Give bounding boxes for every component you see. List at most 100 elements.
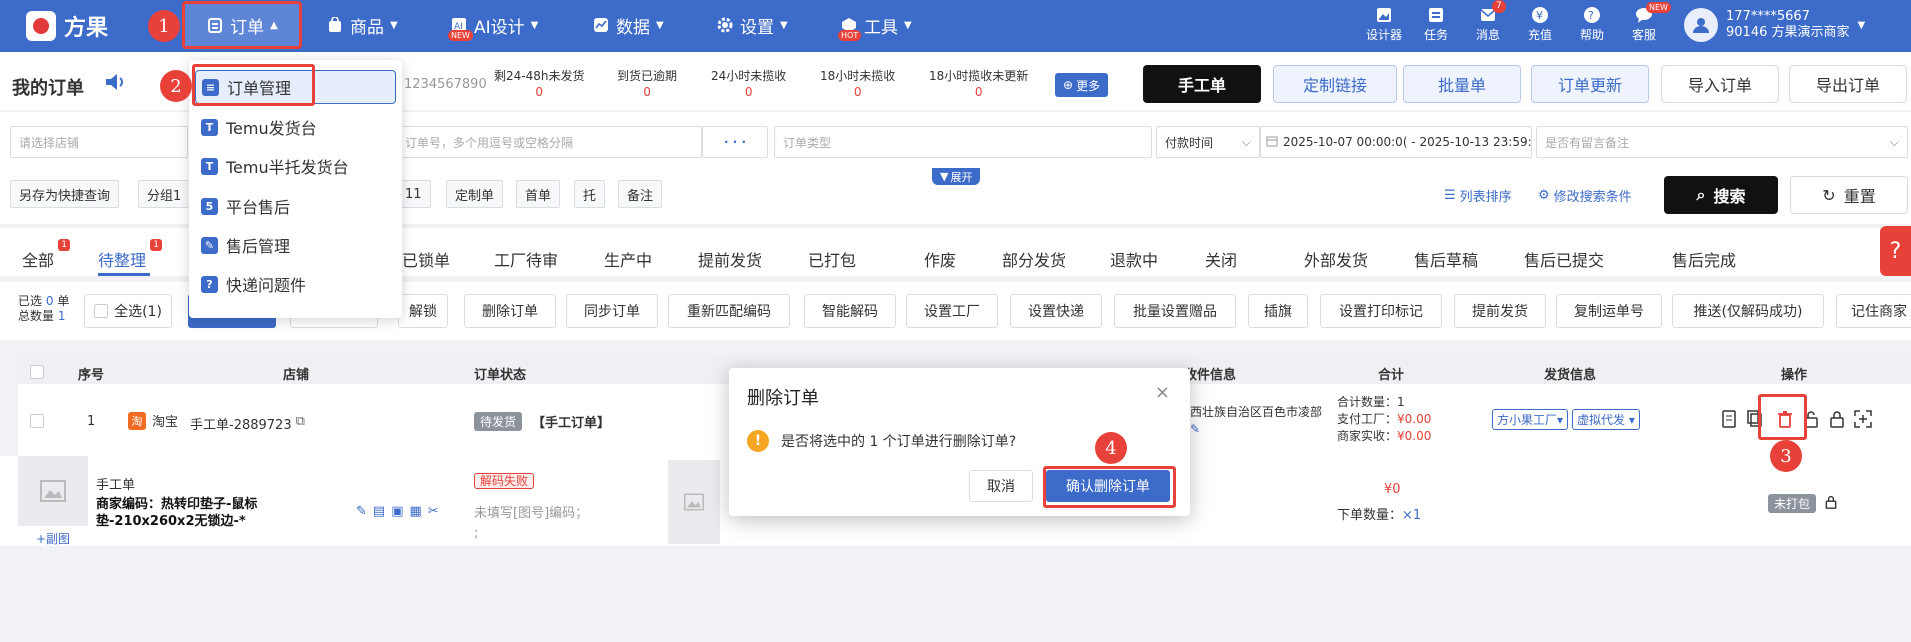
rematch-code-button[interactable]: 重新匹配编码: [668, 294, 790, 328]
save-quick-query-button[interactable]: 另存为快捷查询: [10, 180, 120, 208]
print-mark-button[interactable]: 设置打印标记: [1320, 294, 1442, 328]
menu-item-temu-shipping[interactable]: T Temu发货台: [201, 110, 317, 144]
unlock-button[interactable]: 解锁: [398, 294, 448, 328]
tool-tasks[interactable]: 任务: [1414, 6, 1458, 43]
image-icon[interactable]: ▣: [391, 504, 403, 519]
close-icon[interactable]: ×: [1155, 382, 1170, 403]
expand-toggle[interactable]: ▼ 展开: [932, 168, 981, 185]
menu-item-express-issues[interactable]: ? 快递问题件: [201, 267, 306, 301]
nav-item-tools[interactable]: HOT 工具 ▼: [838, 0, 912, 50]
tool-help[interactable]: ? 帮助: [1570, 6, 1614, 43]
quick-filter-custom[interactable]: 定制单: [446, 180, 504, 208]
smart-decode-button[interactable]: 智能解码: [804, 294, 896, 328]
order-update-button[interactable]: 订单更新: [1531, 65, 1649, 103]
tab-locked[interactable]: 已锁单: [402, 247, 450, 271]
more-options-button[interactable]: · · ·: [702, 126, 768, 158]
tab-all[interactable]: 全部 1: [22, 239, 71, 271]
tool-designer[interactable]: 设计器: [1362, 6, 1406, 43]
menu-item-aftersale-management[interactable]: ✎ 售后管理: [201, 228, 290, 262]
search-button[interactable]: ⌕ 搜索: [1664, 176, 1778, 214]
batch-order-button[interactable]: 批量单: [1403, 65, 1521, 103]
stat-24-48h[interactable]: 剩24-48h未发货 0: [494, 68, 584, 100]
set-express-button[interactable]: 设置快递: [1010, 294, 1102, 328]
tool-support[interactable]: NEW 客服: [1622, 2, 1671, 43]
quick-filter-tuo[interactable]: 托: [574, 180, 606, 208]
tools-icon[interactable]: ✂: [428, 504, 439, 519]
modify-search-link[interactable]: ⚙ 修改搜索条件: [1538, 186, 1632, 205]
quick-filter-group1[interactable]: 分组1: [138, 180, 191, 208]
more-button[interactable]: ⊕ 更多: [1055, 73, 1109, 97]
nav-item-orders[interactable]: 订单 ▲: [182, 1, 302, 49]
quick-filter-remark[interactable]: 备注: [618, 180, 663, 208]
menu-item-temu-semi-shipping[interactable]: T Temu半托发货台: [201, 149, 349, 183]
product-image-placeholder[interactable]: [18, 456, 88, 526]
row-order-no[interactable]: 手工单-2889723 ⧉: [190, 414, 305, 433]
tab-closed[interactable]: 关闭: [1205, 247, 1237, 271]
edit-icon[interactable]: ✎: [356, 504, 367, 519]
select-all-checkbox[interactable]: 全选(1): [84, 294, 172, 328]
shop-select[interactable]: 请选择店铺: [10, 126, 188, 158]
tab-to-organize[interactable]: 待整理 1: [98, 239, 163, 271]
tab-producing[interactable]: 生产中: [604, 247, 652, 271]
remember-merchant-button[interactable]: 记住商家: [1836, 294, 1911, 328]
active-tab-indicator: [98, 273, 150, 276]
gallery-icon[interactable]: ▦: [410, 504, 422, 519]
scan-icon[interactable]: [1854, 410, 1872, 432]
custom-link-button[interactable]: 定制链接: [1273, 65, 1397, 103]
tab-partial-ship[interactable]: 部分发货: [1002, 247, 1066, 271]
factory-select[interactable]: 方小果工厂▾: [1492, 409, 1569, 430]
early-ship-button[interactable]: 提前发货: [1454, 294, 1546, 328]
batch-gift-button[interactable]: 批量设置赠品: [1114, 294, 1236, 328]
help-side-tab[interactable]: ?: [1880, 226, 1911, 276]
stat-overdue[interactable]: 到货已逾期 0: [617, 68, 677, 100]
nav-item-data[interactable]: 数据 ▼: [592, 0, 664, 50]
user-menu[interactable]: 177****5667 90146 方果演示商家 ▼: [1684, 8, 1865, 42]
push-decoded-button[interactable]: 推送(仅解码成功): [1672, 294, 1824, 328]
tool-label: 设计器: [1365, 28, 1402, 42]
tool-messages[interactable]: 7 消息: [1466, 0, 1510, 43]
copy-waybill-button[interactable]: 复制运单号: [1556, 294, 1662, 328]
tab-aftersale-draft[interactable]: 售后草稿: [1414, 247, 1478, 271]
time-type-select[interactable]: 付款时间 ⌵: [1156, 126, 1260, 158]
cancel-button[interactable]: 取消: [969, 470, 1033, 502]
ship-mode-select[interactable]: 虚拟代发 ▾: [1572, 409, 1640, 430]
quick-filter-first[interactable]: 首单: [516, 180, 561, 208]
nav-item-settings[interactable]: 设置 ▼: [716, 0, 788, 50]
stat-24h-uncollected[interactable]: 24小时未揽收 0: [711, 68, 786, 100]
add-sub-image-link[interactable]: +副图: [36, 530, 70, 547]
date-range-input[interactable]: 2025-10-07 00:00:0( - 2025-10-13 23:59:5: [1260, 126, 1532, 158]
order-no-input[interactable]: 订单号，多个用逗号或空格分隔: [396, 126, 702, 158]
tab-aftersale-submitted[interactable]: 售后已提交: [1524, 247, 1604, 271]
delete-order-button[interactable]: 删除订单: [464, 294, 556, 328]
detail-icon[interactable]: [1720, 410, 1738, 432]
stat-18h-uncollected[interactable]: 18小时未揽收 0: [820, 68, 895, 100]
tool-recharge[interactable]: ¥ 充值: [1518, 6, 1562, 43]
stat-18h-not-updated[interactable]: 18小时揽收未更新 0: [929, 68, 1028, 100]
sync-order-button[interactable]: 同步订单: [566, 294, 658, 328]
tab-early-ship[interactable]: 提前发货: [698, 247, 762, 271]
flag-button[interactable]: 插旗: [1248, 294, 1308, 328]
nav-item-ai-design[interactable]: AI NEW AI设计 ▼: [448, 0, 538, 50]
lock-icon[interactable]: [1828, 410, 1846, 432]
nav-item-products[interactable]: 商品 ▼: [326, 0, 398, 50]
remark-select[interactable]: 是否有留言备注 ⌵: [1536, 126, 1908, 158]
tab-refunding[interactable]: 退款中: [1110, 247, 1158, 271]
tab-void[interactable]: 作废: [924, 247, 956, 271]
import-orders-button[interactable]: 导入订单: [1661, 65, 1779, 103]
layers-icon[interactable]: ▤: [373, 504, 385, 519]
reset-button[interactable]: ↻ 重置: [1790, 176, 1908, 214]
export-orders-button[interactable]: 导出订单: [1789, 65, 1907, 103]
manual-order-button[interactable]: 手工单: [1143, 65, 1261, 103]
order-type-select[interactable]: 订单类型: [774, 126, 1152, 158]
set-factory-button[interactable]: 设置工厂: [906, 294, 998, 328]
tab-external-ship[interactable]: 外部发货: [1304, 247, 1368, 271]
header-checkbox[interactable]: [30, 365, 44, 379]
row-checkbox[interactable]: [30, 414, 44, 428]
menu-item-platform-aftersale[interactable]: 5 平台售后: [201, 189, 290, 223]
design-image-placeholder[interactable]: [668, 460, 720, 544]
logo[interactable]: 方果: [26, 10, 108, 42]
tab-aftersale-done[interactable]: 售后完成: [1672, 247, 1736, 271]
list-sort-link[interactable]: ☰ 列表排序: [1444, 186, 1512, 205]
tab-factory-review[interactable]: 工厂待审: [494, 247, 558, 271]
tab-packed[interactable]: 已打包: [808, 247, 856, 271]
